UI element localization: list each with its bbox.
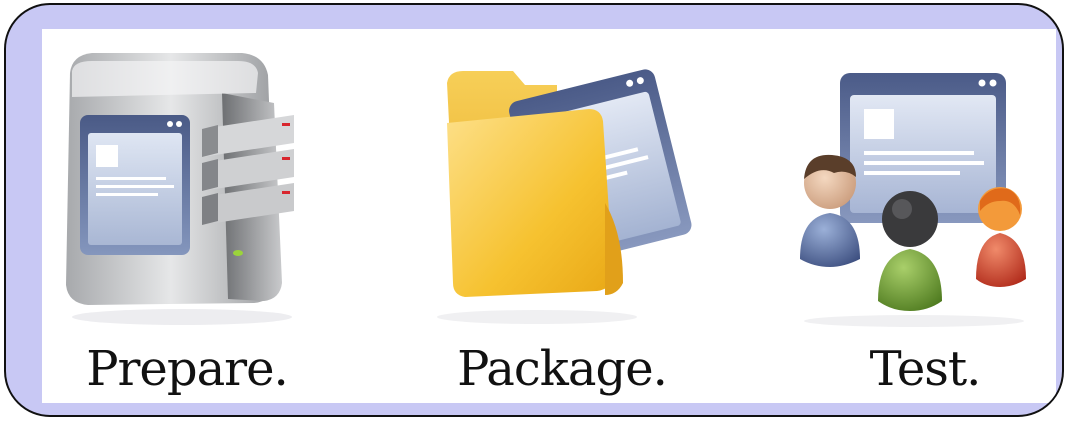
- step-label-prepare: Prepare.: [86, 341, 289, 397]
- step-package: Package.: [417, 29, 707, 403]
- step-label-package: Package.: [457, 341, 668, 397]
- folder-icon: [437, 69, 692, 324]
- step-prepare: Prepare.: [42, 29, 332, 403]
- step-label-test: Test.: [869, 341, 982, 397]
- server-icon: [66, 53, 294, 325]
- steps-panel: Prepare. Package. Test.: [42, 29, 1056, 403]
- diagram-frame: Prepare. Package. Test.: [4, 3, 1064, 417]
- step-test: Test.: [794, 29, 1056, 403]
- users-icon: [800, 73, 1026, 327]
